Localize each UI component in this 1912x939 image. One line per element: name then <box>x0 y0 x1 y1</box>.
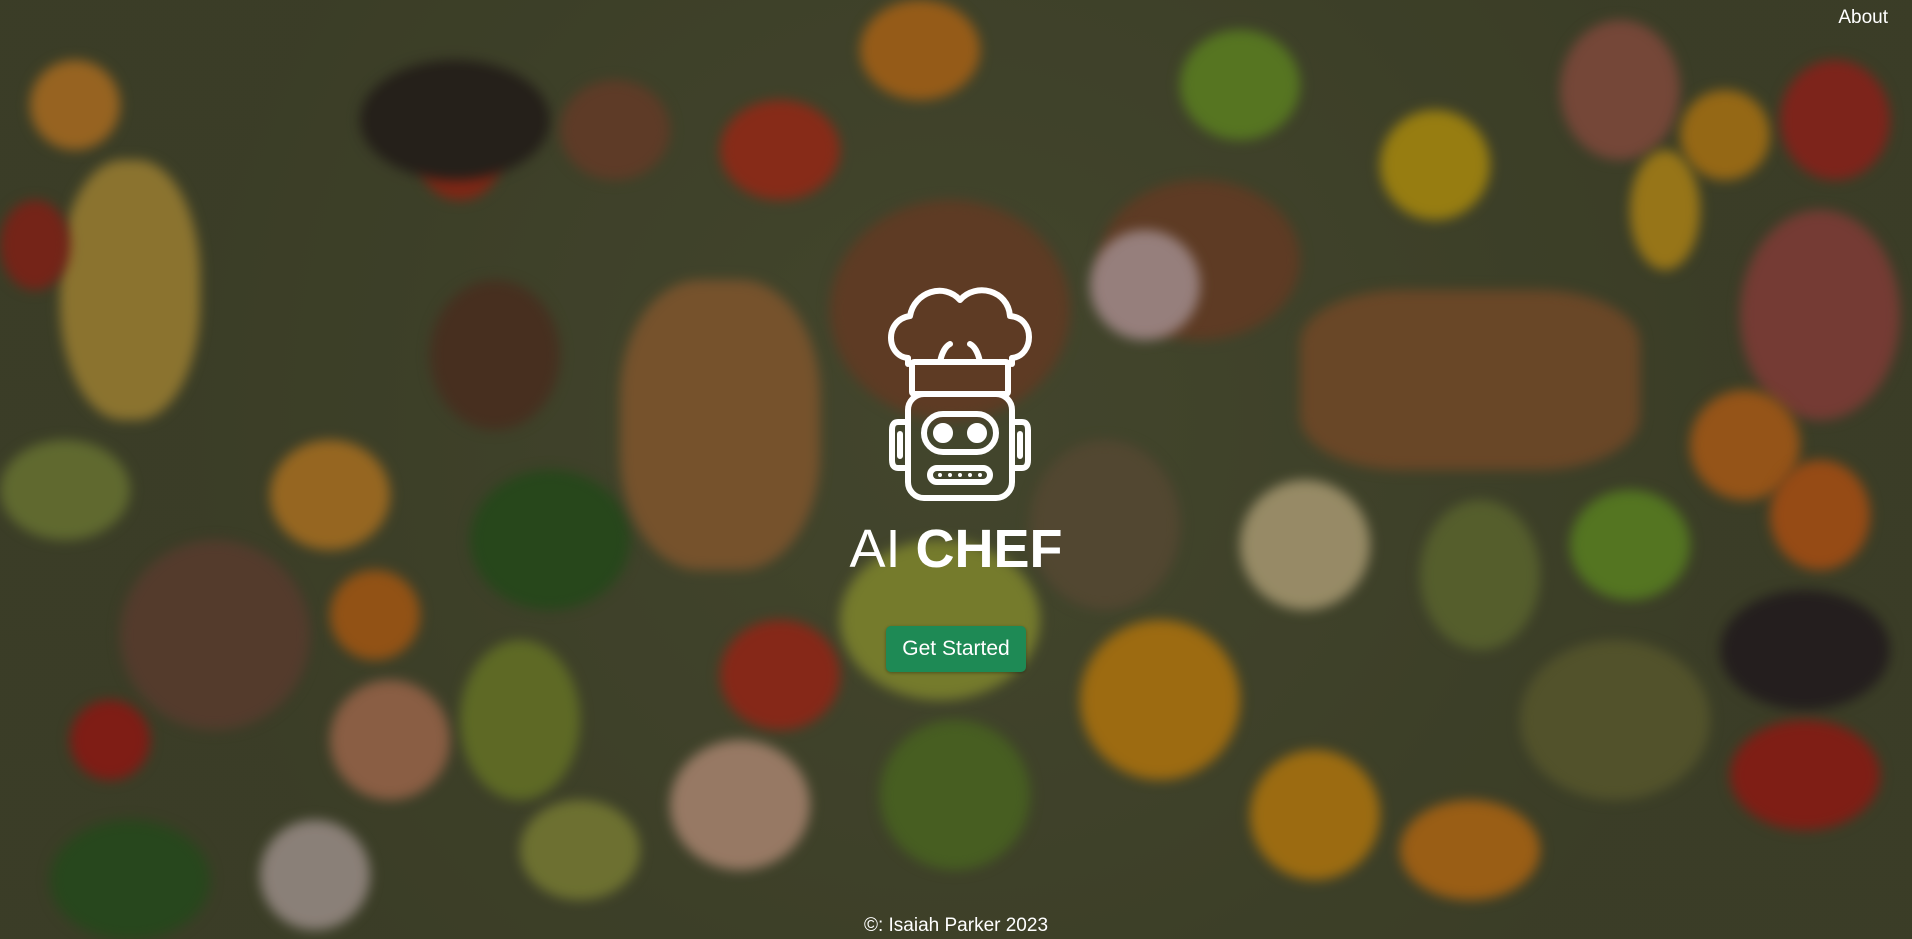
hero: AI CHEF Get Started <box>0 282 1912 672</box>
brand-title: AI CHEF <box>849 522 1062 576</box>
robot-chef-hat-icon <box>888 287 1032 501</box>
about-link[interactable]: About <box>1838 7 1888 29</box>
footer-copyright: ©: Isaiah Parker 2023 <box>863 915 1049 936</box>
get-started-button[interactable]: Get Started <box>886 626 1026 672</box>
brand-main: CHEF <box>915 519 1063 579</box>
brand-prefix: AI <box>849 519 901 579</box>
